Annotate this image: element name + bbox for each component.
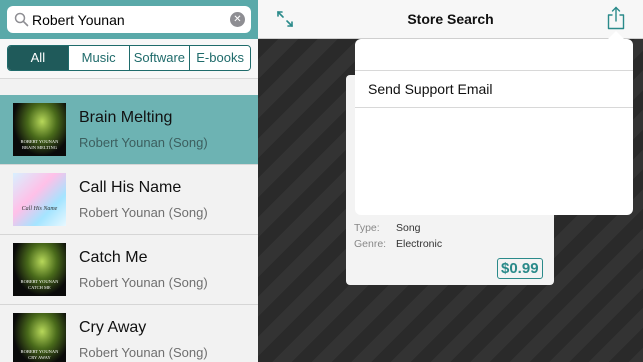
type-row: Type: Song bbox=[354, 222, 421, 234]
result-row[interactable]: ROBERT YOUNAN CATCH ME Catch Me Robert Yo… bbox=[0, 235, 258, 305]
album-art: ROBERT YOUNAN BRAIN MELTING bbox=[13, 103, 66, 156]
result-row[interactable]: Call His Name Call His Name Robert Youna… bbox=[0, 165, 258, 235]
genre-row: Genre: Electronic bbox=[354, 238, 442, 250]
result-subtitle: Robert Younan (Song) bbox=[79, 275, 208, 290]
result-subtitle: Robert Younan (Song) bbox=[79, 205, 208, 220]
result-subtitle: Robert Younan (Song) bbox=[79, 135, 208, 150]
result-title: Call His Name bbox=[79, 179, 182, 196]
result-title: Brain Melting bbox=[79, 109, 173, 126]
result-row[interactable]: ROBERT YOUNAN BRAIN MELTING Brain Melting… bbox=[0, 95, 258, 165]
album-art-caption: ROBERT YOUNAN CATCH ME bbox=[20, 279, 59, 290]
results-list: ROBERT YOUNAN BRAIN MELTING Brain Melting… bbox=[0, 95, 258, 362]
result-subtitle: Robert Younan (Song) bbox=[79, 345, 208, 360]
clear-icon[interactable]: ✕ bbox=[230, 12, 245, 27]
album-art: ROBERT YOUNAN CATCH ME bbox=[13, 243, 66, 296]
share-popover: Send Support Email bbox=[355, 31, 633, 215]
album-art-caption: ROBERT YOUNAN BRAIN MELTING bbox=[20, 139, 59, 150]
genre-value: Electronic bbox=[396, 238, 443, 250]
filter-software[interactable]: Software bbox=[128, 46, 190, 70]
page-title: Store Search bbox=[407, 11, 494, 27]
share-icon[interactable] bbox=[607, 6, 625, 30]
search-panel: ✕ All Music Software E-books ROBERT YOUN… bbox=[0, 0, 258, 362]
filter-music[interactable]: Music bbox=[67, 46, 129, 70]
genre-label: Genre: bbox=[354, 238, 387, 250]
type-value: Song bbox=[396, 222, 421, 234]
search-input[interactable] bbox=[32, 9, 227, 30]
result-title: Catch Me bbox=[79, 249, 148, 266]
search-bar: ✕ bbox=[0, 0, 258, 39]
filter-ebooks[interactable]: E-books bbox=[189, 46, 250, 70]
album-art: ROBERT YOUNAN CRY AWAY bbox=[13, 313, 66, 362]
navigation-bar: Store Search bbox=[258, 0, 643, 39]
album-art: Call His Name bbox=[13, 173, 66, 226]
album-art-caption: ROBERT YOUNAN CRY AWAY bbox=[20, 349, 59, 360]
popover-arrow bbox=[607, 31, 625, 40]
result-title: Cry Away bbox=[79, 319, 147, 336]
send-support-email-button[interactable]: Send Support Email bbox=[355, 70, 633, 108]
magnifier-icon bbox=[14, 12, 29, 27]
filter-segmented-control: All Music Software E-books bbox=[7, 45, 251, 71]
search-field[interactable]: ✕ bbox=[7, 6, 251, 33]
result-row[interactable]: ROBERT YOUNAN CRY AWAY Cry Away Robert Yo… bbox=[0, 305, 258, 362]
filter-bar: All Music Software E-books bbox=[0, 39, 258, 79]
album-art-caption: Call His Name bbox=[21, 206, 58, 212]
detail-pane: Store Search Type: Song Genre: Electroni… bbox=[258, 0, 643, 362]
filter-all[interactable]: All bbox=[8, 46, 68, 70]
type-label: Type: bbox=[354, 222, 380, 234]
price-button[interactable]: $0.99 bbox=[497, 258, 543, 279]
